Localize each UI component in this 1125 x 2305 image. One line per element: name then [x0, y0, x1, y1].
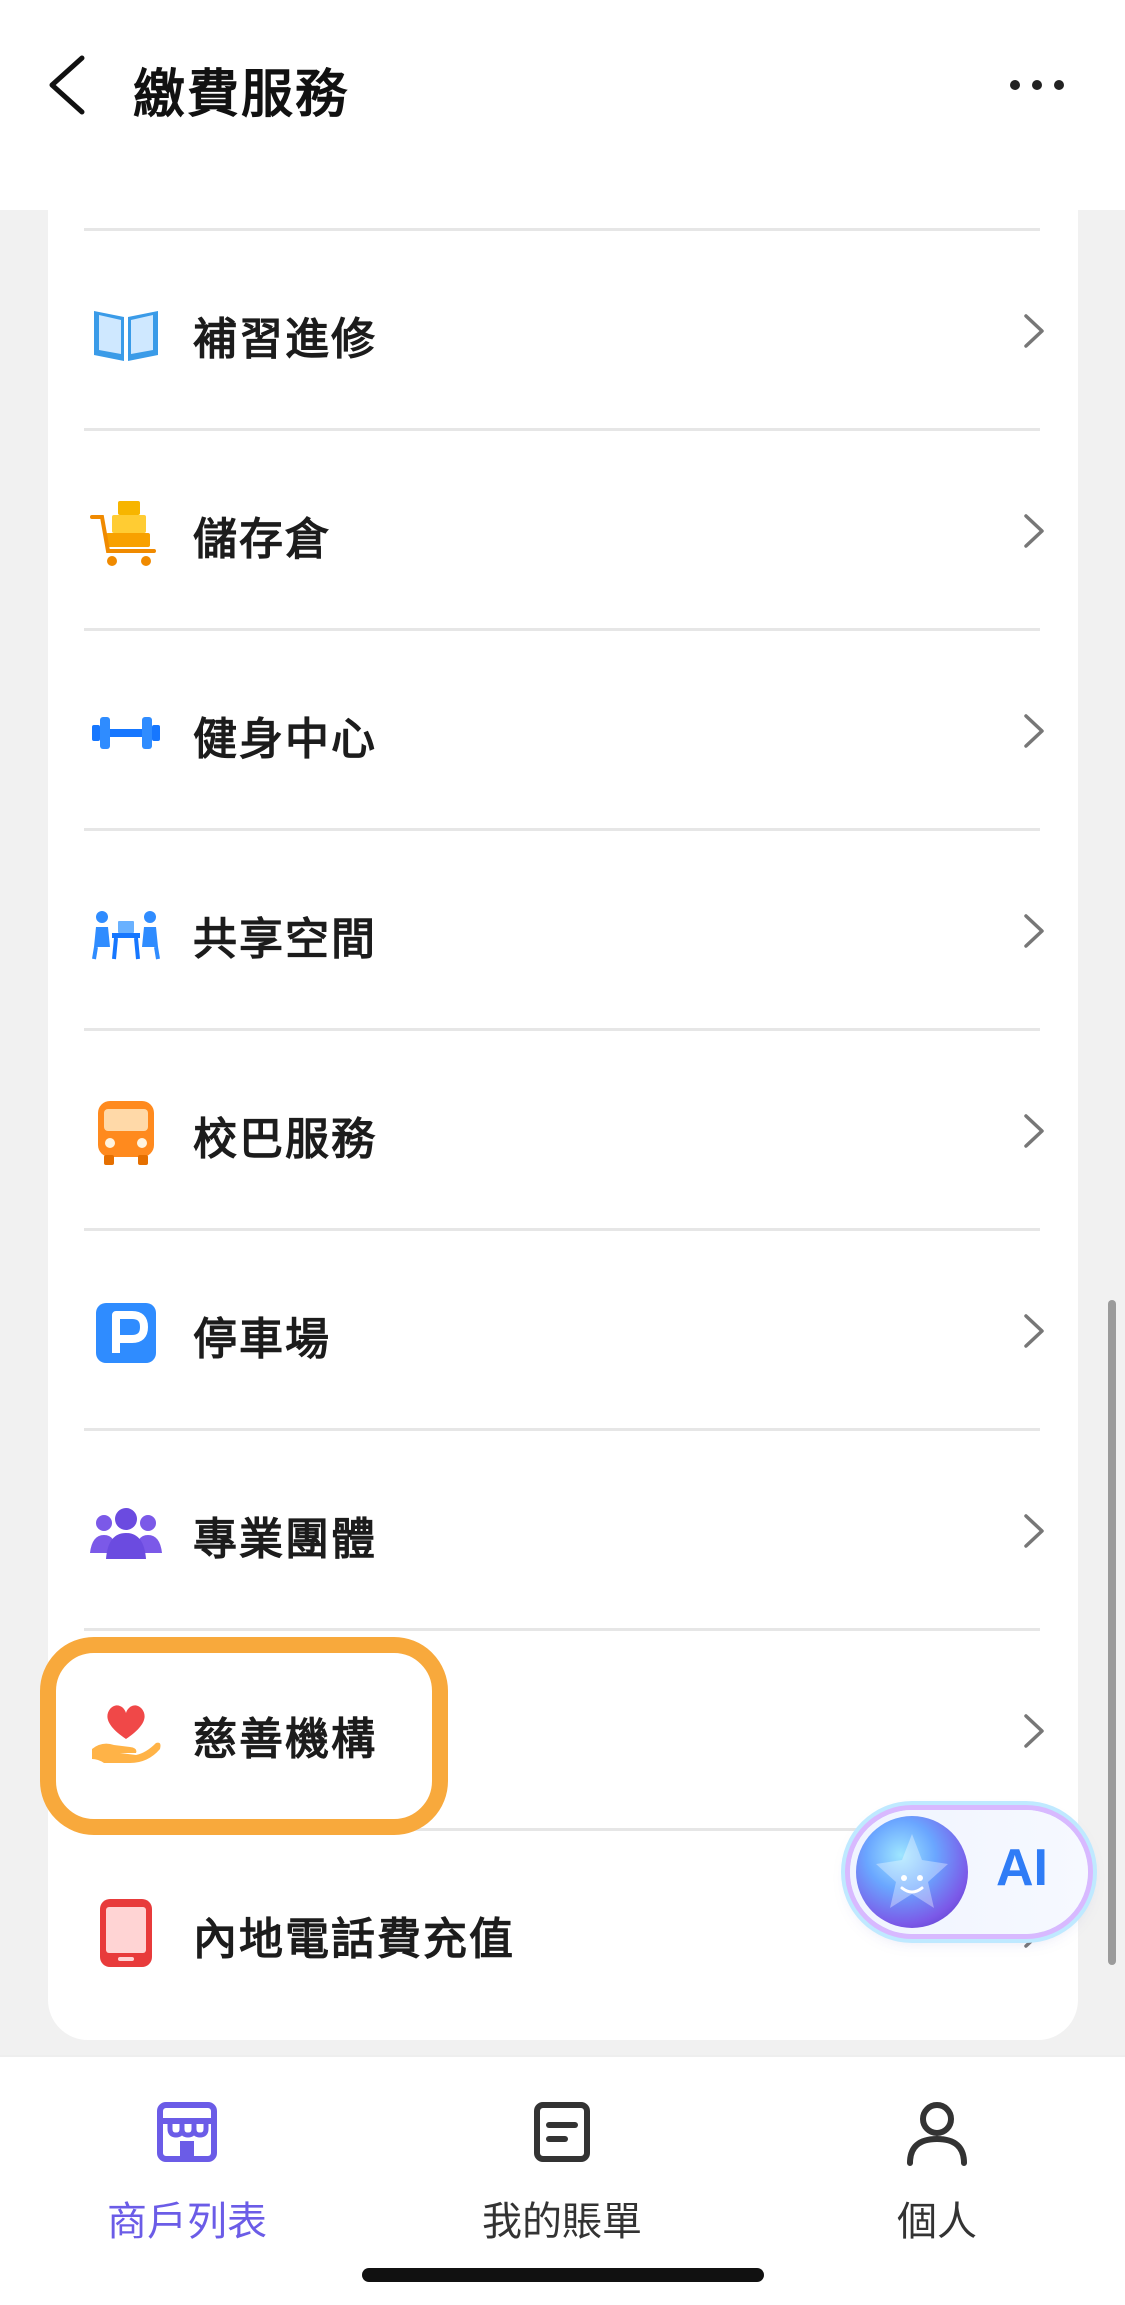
- list-item-label: 儲存倉: [193, 514, 331, 565]
- school-bus-icon: [98, 1101, 154, 1165]
- tab-label: 商戶列表: [107, 2199, 267, 2245]
- chevron-right-icon: [1024, 1114, 1044, 1148]
- list-item-label: 校巴服務: [193, 1114, 377, 1165]
- back-button[interactable]: [40, 50, 100, 120]
- parking-icon: [96, 1303, 156, 1363]
- ai-label: AI: [996, 1839, 1048, 1897]
- list-item-fitness[interactable]: 健身中心: [48, 631, 1078, 831]
- list-item-label: 停車場: [193, 1314, 331, 1365]
- page-title: 繳費服務: [133, 65, 350, 125]
- list-item-label: 共享空間: [193, 914, 377, 965]
- scrollbar[interactable]: [1108, 1300, 1116, 1965]
- storage-cart-icon: [90, 501, 156, 566]
- ai-mascot-icon: [856, 1816, 968, 1928]
- tab-my-bills[interactable]: 我的賬單: [432, 2097, 692, 2267]
- list-item-professional-bodies[interactable]: 專業團體: [48, 1431, 1078, 1631]
- chevron-right-icon: [1024, 914, 1044, 948]
- list-item-tutoring[interactable]: 補習進修: [48, 231, 1078, 431]
- person-icon: [907, 2102, 967, 2166]
- people-group-icon: [90, 1508, 162, 1559]
- chevron-left-icon: [49, 55, 85, 115]
- list-item-coworking[interactable]: 共享空間: [48, 831, 1078, 1031]
- list-item-parking[interactable]: 停車場: [48, 1231, 1078, 1431]
- tab-personal[interactable]: 個人: [807, 2097, 1067, 2267]
- open-book-icon: [94, 311, 158, 361]
- more-button[interactable]: [1007, 70, 1067, 100]
- tab-merchant-list[interactable]: 商戶列表: [57, 2097, 317, 2267]
- chevron-right-icon: [1024, 1514, 1044, 1548]
- chevron-right-icon: [1024, 714, 1044, 748]
- tab-label: 我的賬單: [482, 2199, 642, 2245]
- phone-icon: [100, 1899, 152, 1967]
- more-horizontal-icon: [1010, 80, 1064, 90]
- coworking-icon: [92, 911, 160, 960]
- store-icon: [157, 2102, 217, 2162]
- list-item-label: 補習進修: [193, 314, 377, 365]
- list-item-label: 專業團體: [193, 1514, 377, 1565]
- chevron-right-icon: [1024, 314, 1044, 348]
- list-item-label: 健身中心: [193, 714, 377, 765]
- list-item-storage[interactable]: 儲存倉: [48, 431, 1078, 631]
- highlight-ring: [40, 1637, 448, 1835]
- bill-icon: [534, 2102, 590, 2162]
- list-item-school-bus[interactable]: 校巴服務: [48, 1031, 1078, 1231]
- tab-label: 個人: [897, 2199, 977, 2245]
- chevron-right-icon: [1024, 1714, 1044, 1748]
- list-item-label: 內地電話費充值: [193, 1914, 515, 1965]
- dumbbell-icon: [92, 717, 160, 749]
- ai-assistant-button[interactable]: AI: [850, 1810, 1088, 1934]
- screen: 繳費服務 補習進修 儲存倉 健身中心 共享空間 校巴服務 停車場 專業團體 慈善…: [0, 0, 1125, 2305]
- header: 繳費服務: [0, 0, 1125, 210]
- chevron-right-icon: [1024, 1314, 1044, 1348]
- home-indicator: [362, 2268, 764, 2282]
- chevron-right-icon: [1024, 514, 1044, 548]
